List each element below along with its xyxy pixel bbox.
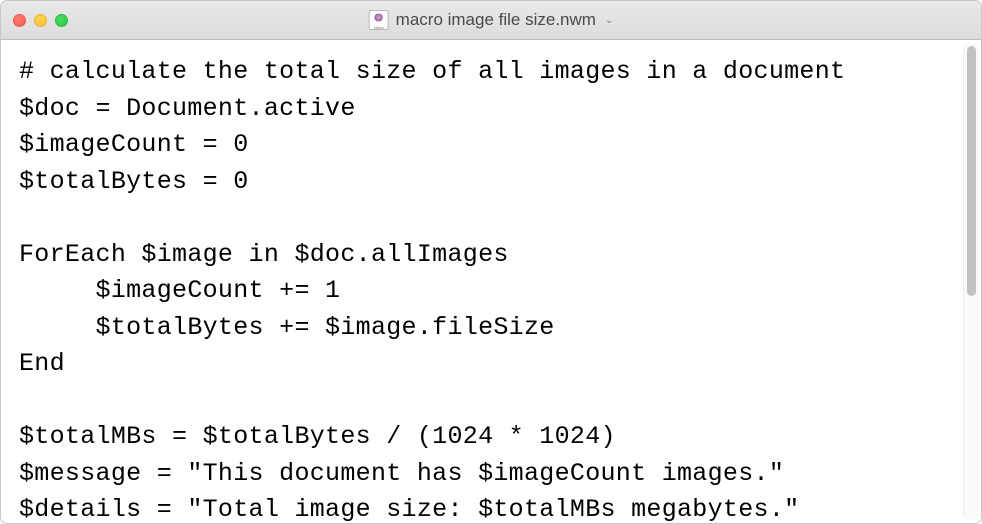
code-line: End [19, 349, 65, 378]
code-line: $imageCount = 0 [19, 130, 249, 159]
code-editor[interactable]: # calculate the total size of all images… [1, 40, 963, 523]
code-line: $details = "Total image size: $totalMBs … [19, 495, 799, 523]
chevron-down-icon[interactable]: ⌄ [605, 15, 613, 26]
code-line: # calculate the total size of all images… [19, 57, 845, 86]
code-line: $imageCount += 1 [19, 276, 340, 305]
content-wrap: # calculate the total size of all images… [1, 40, 981, 523]
code-line: $totalBytes = 0 [19, 167, 249, 196]
scrollbar-track[interactable] [963, 43, 979, 520]
code-line: $doc = Document.active [19, 94, 356, 123]
code-line: $message = "This document has $imageCoun… [19, 459, 784, 488]
zoom-button[interactable] [55, 14, 68, 27]
minimize-button[interactable] [34, 14, 47, 27]
document-icon: Macro [369, 10, 389, 30]
close-button[interactable] [13, 14, 26, 27]
traffic-lights [13, 14, 68, 27]
window-title: macro image file size.nwm [396, 10, 596, 30]
titlebar[interactable]: Macro macro image file size.nwm ⌄ [1, 1, 981, 40]
title-area[interactable]: Macro macro image file size.nwm ⌄ [369, 10, 614, 30]
window: Macro macro image file size.nwm ⌄ # calc… [0, 0, 982, 524]
code-line: ForEach $image in $doc.allImages [19, 240, 509, 269]
scrollbar-thumb[interactable] [967, 46, 976, 296]
code-line: $totalMBs = $totalBytes / (1024 * 1024) [19, 422, 616, 451]
code-line: $totalBytes += $image.fileSize [19, 313, 555, 342]
doc-icon-label: Macro [370, 26, 388, 30]
